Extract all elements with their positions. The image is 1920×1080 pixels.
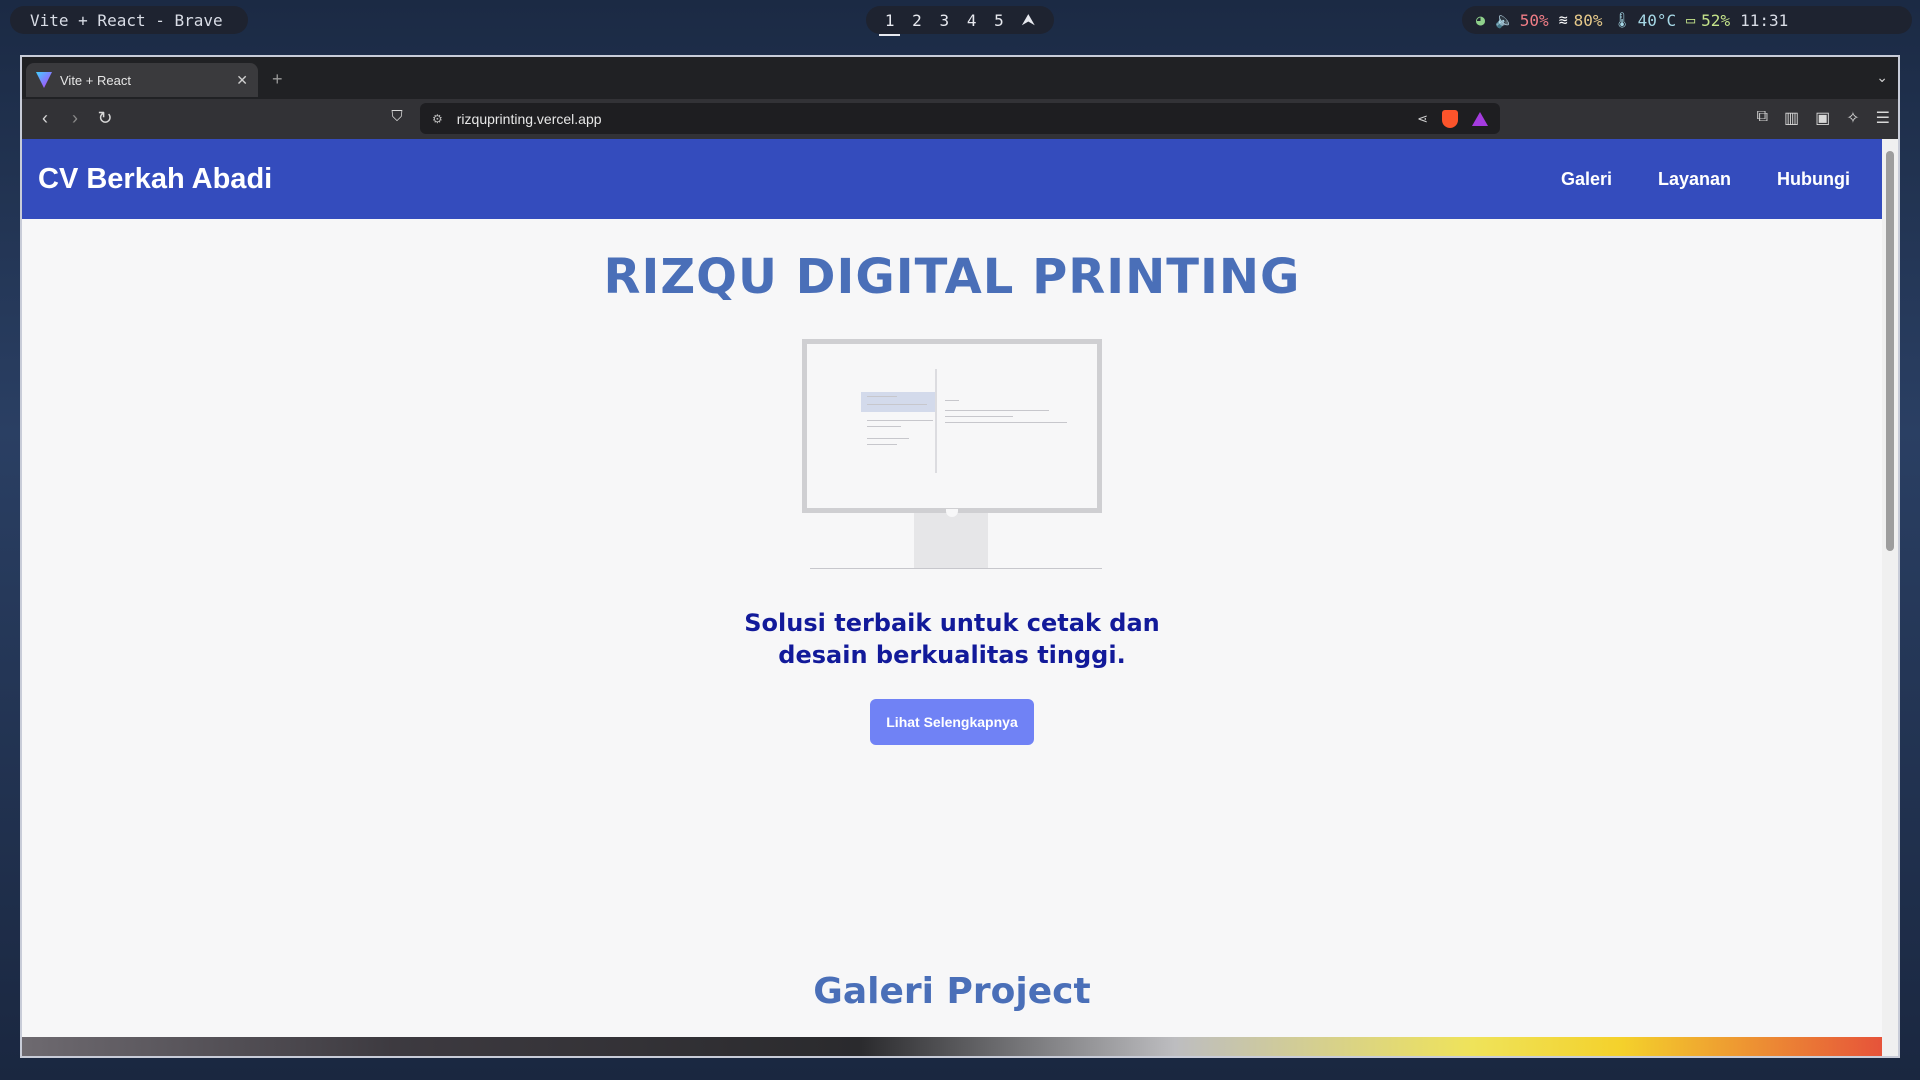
active-window-title: Vite + React - Brave (10, 6, 248, 34)
gallery-section-title: Galeri Project (813, 971, 1091, 1012)
nav-links: Galeri Layanan Hubungi (1561, 169, 1866, 190)
wifi-indicator[interactable]: ≋ 80% (1559, 11, 1603, 30)
hero-section: RIZQU DIGITAL PRINTING Solusi terbaik un… (22, 249, 1882, 745)
back-icon[interactable]: ‹ (34, 108, 56, 129)
tab-strip: Vite + React ✕ + ⌄ (22, 57, 1898, 99)
extensions-icon[interactable]: ⧉ (1757, 108, 1768, 128)
tab-title: Vite + React (60, 72, 131, 88)
browser-toolbar: ‹ › ↻ ⛉ ⚙ rizquprinting.vercel.app ⋖ ⧉ ▥… (22, 99, 1898, 139)
url-text: rizquprinting.vercel.app (456, 110, 602, 127)
screen-divider (935, 369, 937, 473)
temperature-indicator: 🌡 40°C (1612, 10, 1677, 30)
battery-icon: ▭ (1686, 11, 1696, 29)
brave-rewards-icon[interactable] (1472, 111, 1488, 126)
monitor-illustration (802, 339, 1102, 569)
screen-line (867, 396, 897, 397)
wallet-icon[interactable]: ▣ (1815, 108, 1830, 128)
speaker-icon: 🔈 (1495, 11, 1514, 29)
monitor-screen (802, 339, 1102, 513)
reload-icon[interactable]: ↻ (94, 108, 116, 129)
screen-line (867, 404, 927, 405)
menu-icon[interactable]: ☰ (1876, 108, 1890, 128)
nav-link-hubungi[interactable]: Hubungi (1777, 169, 1850, 190)
nav-link-galeri[interactable]: Galeri (1561, 169, 1612, 190)
screen-highlight (861, 392, 935, 412)
screen-line (867, 426, 901, 427)
leo-ai-icon[interactable]: ✧ (1846, 108, 1859, 128)
sidebar-icon[interactable]: ▥ (1784, 108, 1799, 128)
close-tab-icon[interactable]: ✕ (236, 72, 248, 89)
scrollbar-thumb[interactable] (1886, 151, 1894, 551)
brave-shield-icon[interactable] (1442, 109, 1458, 128)
desk-line (810, 568, 1102, 569)
screen-line (867, 438, 909, 439)
clock[interactable]: 11:31 (1740, 11, 1788, 30)
wifi-icon: ≋ (1558, 11, 1568, 29)
site-info-icon[interactable]: ⚙ (432, 112, 443, 126)
screen-line (945, 410, 1049, 411)
hero-tagline: Solusi terbaik untuk cetak dan desain be… (744, 609, 1160, 669)
screen-line (867, 420, 933, 421)
share-icon[interactable]: ⋖ (1417, 111, 1428, 127)
workspace-switcher: 1 2 3 4 5 ⮝ (866, 6, 1054, 36)
arch-icon[interactable]: ⮝ (1021, 10, 1035, 30)
nav-link-layanan[interactable]: Layanan (1658, 169, 1731, 190)
tab-list-chevron-icon[interactable]: ⌄ (1876, 69, 1888, 86)
screen-line (945, 422, 1067, 423)
workspace-3[interactable]: 3 (940, 11, 950, 30)
workspace-2[interactable]: 2 (912, 11, 922, 30)
page-scrollbar[interactable] (1882, 139, 1898, 1056)
site-navbar: CV Berkah Abadi Galeri Layanan Hubungi (22, 139, 1882, 219)
vite-favicon-icon (36, 72, 52, 88)
bookmark-icon[interactable]: ⛉ (386, 108, 408, 125)
browser-window: Vite + React ✕ + ⌄ ‹ › ↻ ⛉ ⚙ rizquprinti… (20, 55, 1900, 1058)
workspace-5[interactable]: 5 (994, 11, 1004, 30)
workspace-4[interactable]: 4 (967, 11, 977, 30)
brand-logo[interactable]: CV Berkah Abadi (38, 163, 272, 196)
desktop-topbar: Vite + React - Brave 1 2 3 4 5 ⮝ ◕ 🔈 50% … (0, 0, 1920, 42)
screen-line (867, 444, 897, 445)
updates-icon[interactable]: ◕ (1476, 11, 1485, 29)
volume-indicator[interactable]: 🔈 50% (1495, 11, 1549, 30)
gallery-image-preview[interactable] (22, 1037, 1882, 1056)
new-tab-icon[interactable]: + (272, 69, 283, 90)
battery-indicator: ▭ 52% (1686, 10, 1731, 30)
hero-title: RIZQU DIGITAL PRINTING (603, 249, 1301, 305)
forward-icon[interactable]: › (64, 108, 86, 129)
monitor-stand (914, 513, 988, 569)
screen-line (945, 416, 1013, 417)
see-more-button[interactable]: Lihat Selengkapnya (870, 699, 1034, 745)
address-bar[interactable]: ⚙ rizquprinting.vercel.app ⋖ (420, 103, 1500, 134)
thermometer-icon: 🌡 (1612, 11, 1632, 29)
system-status: ◕ 🔈 50% ≋ 80% 🌡 40°C ▭ 52% 11:31 (1462, 6, 1912, 34)
workspace-1[interactable]: 1 (879, 11, 900, 36)
page-viewport: CV Berkah Abadi Galeri Layanan Hubungi R… (22, 139, 1882, 1056)
tab-vite-react[interactable]: Vite + React ✕ (26, 63, 258, 97)
screen-line (945, 400, 959, 401)
